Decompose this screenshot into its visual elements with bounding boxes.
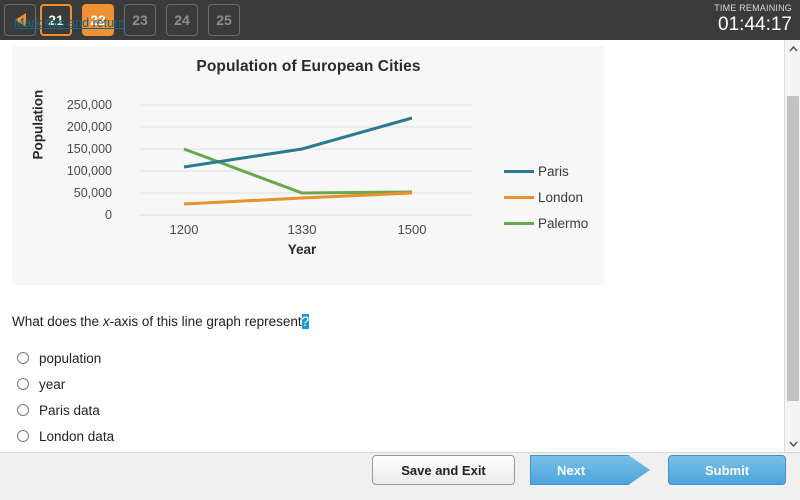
option-label-paris-data: Paris data: [39, 402, 100, 418]
radio-icon-year[interactable]: [17, 378, 29, 390]
chart-x-axis-label: Year: [287, 242, 317, 257]
legend-label-palermo: Palermo: [538, 215, 589, 231]
radio-icon-population[interactable]: [17, 352, 29, 364]
x-tick-1500: 1500: [397, 222, 427, 237]
timer: TIME REMAINING 01:44:17: [714, 3, 792, 35]
scrollbar-thumb[interactable]: [787, 96, 799, 401]
option-population[interactable]: population: [12, 345, 114, 371]
chart-panel: Population of European Cities Population…: [12, 46, 605, 285]
question-text-middle: -axis of this line graph represent: [109, 314, 302, 329]
legend-swatch-london: [504, 195, 534, 199]
legend-swatch-paris: [504, 169, 534, 173]
next-button[interactable]: Next: [530, 455, 650, 485]
question-text: What does the x-axis of this line graph …: [12, 314, 310, 329]
x-tick-1200: 1200: [169, 222, 199, 237]
x-tick-1330: 1330: [287, 222, 317, 237]
question-text-before: What does the: [12, 314, 103, 329]
question-nav-23[interactable]: 23: [124, 4, 156, 36]
legend-item-palermo: Palermo: [504, 210, 588, 236]
scroll-down-icon[interactable]: [785, 435, 800, 452]
legend-label-london: London: [538, 189, 584, 205]
answer-options-list: population year Paris data London data: [12, 345, 114, 449]
question-nav-25[interactable]: 25: [208, 4, 240, 36]
option-london-data[interactable]: London data: [12, 423, 114, 449]
save-and-exit-button[interactable]: Save and Exit: [372, 455, 515, 485]
question-nav-24[interactable]: 24: [166, 4, 198, 36]
legend-label-paris: Paris: [538, 163, 569, 179]
chart-legend: Paris London Palermo: [504, 158, 588, 236]
timer-label: TIME REMAINING: [714, 3, 792, 13]
question-italic-x: x: [102, 314, 110, 329]
legend-swatch-palermo: [504, 221, 534, 225]
question-highlighted-mark: ?: [301, 314, 310, 329]
option-paris-data[interactable]: Paris data: [12, 397, 114, 423]
timer-value: 01:44:17: [718, 14, 792, 35]
radio-icon-london-data[interactable]: [17, 430, 29, 442]
scroll-up-icon[interactable]: [785, 40, 800, 57]
question-content-area: Population of European Cities Population…: [0, 40, 784, 452]
vertical-scrollbar[interactable]: [784, 40, 800, 452]
legend-item-paris: Paris: [504, 158, 588, 184]
option-label-london-data: London data: [39, 428, 115, 444]
option-label-population: population: [39, 350, 102, 366]
option-year[interactable]: year: [12, 371, 114, 397]
mark-this-and-return-link[interactable]: Mark this and return: [14, 16, 125, 30]
option-label-year: year: [39, 376, 66, 392]
radio-icon-paris-data[interactable]: [17, 404, 29, 416]
legend-item-london: London: [504, 184, 588, 210]
submit-button[interactable]: Submit: [668, 455, 786, 485]
